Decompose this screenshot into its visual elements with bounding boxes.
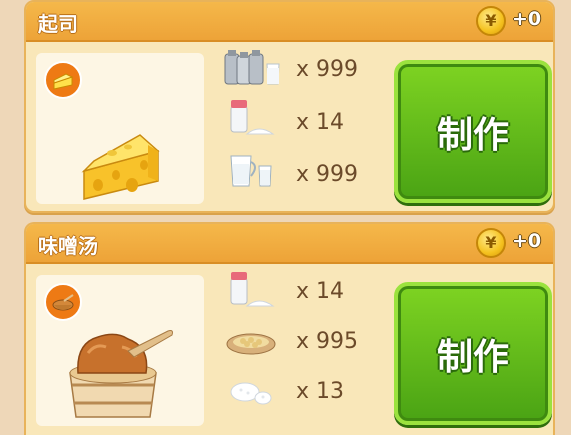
make-button[interactable]: 制作 [394,282,552,425]
milk-pitcher-icon [230,155,272,187]
recipe-header: 味噌汤 ¥ +0 [26,224,553,264]
coin-reward: +0 [512,8,542,30]
coin-reward: +0 [512,230,542,252]
rice-icon [230,382,272,405]
recipe-header: 起司 ¥ +0 [26,2,553,42]
recipe-title: 味噌汤 [38,234,98,258]
cheese-wedge-icon [81,134,160,200]
ingredient-qty: x 995 [296,329,359,354]
ingredient-qty: x 999 [296,162,359,187]
miso-tub-icon [69,330,173,418]
recipe-card-cheese: 起司 ¥ +0 x 999 x 14 x 999 制作 [24,0,555,213]
recipe-title: 起司 [38,12,78,36]
ingredient-qty: x 14 [296,110,345,135]
ingredient-qty: x 999 [296,57,359,82]
dish-preview [36,53,204,204]
ingredient-qty: x 14 [296,279,345,304]
dish-preview [36,275,204,426]
ingredient-qty: x 13 [296,379,345,404]
salt-icon [230,100,275,135]
make-button-label: 制作 [436,336,509,378]
soybeans-icon [226,333,276,355]
make-button[interactable]: 制作 [394,60,552,203]
coin-icon: ¥ [476,6,506,36]
milk-cans-icon [224,50,280,85]
make-button-label: 制作 [436,114,509,156]
recipe-card-miso-soup: 味噌汤 ¥ +0 x 14 x 995 x 13 制作 [24,222,555,435]
salt-icon [230,272,275,307]
coin-icon: ¥ [476,228,506,258]
